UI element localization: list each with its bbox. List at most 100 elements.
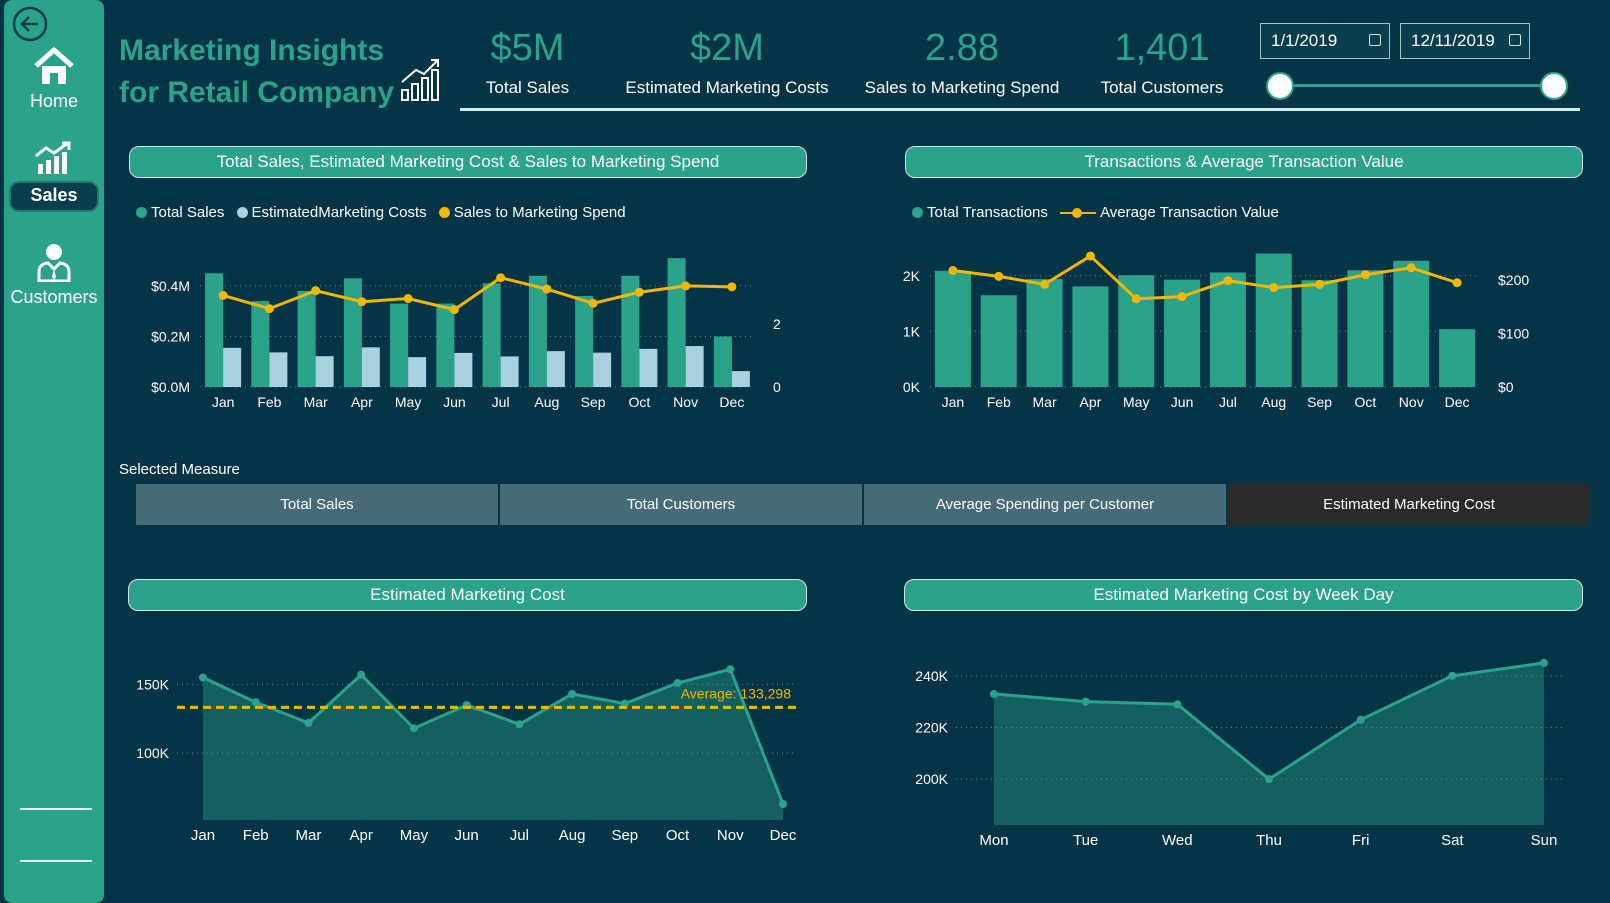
area-fill	[994, 662, 1544, 825]
bar	[500, 356, 519, 387]
kpi-total-customers: 1,401 Total Customers	[1082, 26, 1242, 98]
x-tick-label: Jan	[212, 394, 235, 410]
x-tick-label: Sep	[1307, 394, 1332, 410]
home-icon	[34, 47, 74, 84]
measure-total-customers[interactable]: Total Customers	[500, 484, 862, 525]
line-point	[515, 720, 524, 729]
panel-title-sales-cost: Total Sales, Estimated Marketing Cost & …	[129, 146, 807, 178]
line-point	[1265, 775, 1273, 784]
kpi-underline	[460, 108, 1580, 111]
start-date-input[interactable]: 1/1/2019	[1260, 23, 1390, 59]
legend-item[interactable]: Total Sales	[136, 204, 224, 221]
bar	[980, 295, 1017, 387]
measure-marketing-cost[interactable]: Estimated Marketing Cost	[1228, 484, 1590, 525]
measure-total-sales[interactable]: Total Sales	[136, 484, 498, 525]
x-tick-label: Jul	[492, 394, 510, 410]
x-tick-label: Wed	[1162, 832, 1193, 849]
legend-item[interactable]: Sales to Marketing Spend	[438, 204, 626, 221]
calendar-icon[interactable]	[1509, 34, 1521, 46]
x-tick-label: May	[395, 394, 421, 410]
bar	[251, 301, 270, 387]
bar	[713, 336, 732, 387]
x-tick-label: Mar	[304, 394, 328, 410]
sidebar: Home Sales Customers	[4, 0, 104, 903]
x-tick-label: Nov	[673, 394, 698, 410]
date-range-slider-track[interactable]	[1270, 84, 1555, 87]
x-tick-label: Jul	[510, 827, 529, 844]
line-point	[251, 698, 260, 707]
line-point	[403, 294, 413, 304]
marketing-weekday-chart: 200K 220K 240K Mon Tue Wed Thu Fri Sat Sun	[915, 658, 1566, 849]
x-tick-label: Dec	[1445, 394, 1470, 410]
bar	[482, 283, 501, 387]
bar	[731, 371, 750, 387]
x-tick-label: Jun	[443, 394, 466, 410]
nav-customers[interactable]: Customers	[4, 242, 104, 308]
x-tick-label: Jul	[1219, 394, 1237, 410]
legend-label: Average Transaction Value	[1100, 204, 1279, 221]
y-tick-label: 0K	[903, 379, 921, 395]
y-tick-label: 100K	[136, 745, 169, 761]
bar	[1026, 279, 1063, 387]
customer-icon	[37, 244, 71, 283]
end-date-input[interactable]: 12/11/2019	[1400, 23, 1530, 59]
bar	[685, 346, 704, 387]
line-point	[542, 284, 552, 294]
bar	[575, 296, 594, 387]
legend-item[interactable]: EstimatedMarketing Costs	[236, 204, 427, 221]
nav-sales[interactable]: Sales	[4, 140, 104, 212]
growth-chart-icon	[400, 58, 442, 107]
line-point	[1269, 283, 1279, 293]
x-tick-label: Sep	[611, 827, 638, 844]
bar	[297, 290, 316, 387]
x-tick-label: Aug	[559, 827, 586, 844]
average-label: Average: 133,298	[681, 685, 791, 701]
kpi-total-sales: $5M Total Sales	[460, 26, 595, 98]
line-point	[568, 690, 577, 698]
legend-item[interactable]: Total Transactions	[912, 204, 1048, 221]
start-date-value: 1/1/2019	[1271, 31, 1338, 50]
kpi-value: $2M	[690, 27, 764, 69]
y-tick-label: $0.2M	[151, 328, 190, 344]
bar	[546, 351, 565, 387]
bar	[205, 273, 224, 387]
date-slider-start-handle[interactable]	[1266, 72, 1294, 100]
x-tick-label: Tue	[1073, 832, 1098, 849]
calendar-icon[interactable]	[1369, 34, 1381, 46]
line-point	[496, 273, 506, 283]
x-tick-label: Fri	[1352, 832, 1370, 849]
line-point	[357, 670, 366, 679]
legend-item[interactable]: Average Transaction Value	[1060, 204, 1279, 221]
nav-home[interactable]: Home	[4, 46, 104, 112]
bar	[361, 347, 380, 387]
kpi-value: 1,401	[1114, 27, 1210, 69]
bar	[454, 352, 473, 387]
line-point	[1223, 276, 1233, 286]
line-point	[1040, 279, 1050, 289]
bar	[343, 278, 362, 387]
x-tick-label: Oct	[628, 394, 650, 410]
bar	[436, 303, 455, 387]
line-point	[1540, 658, 1548, 667]
bar	[667, 258, 686, 387]
back-arrow-icon[interactable]	[10, 4, 50, 44]
bar	[1209, 272, 1246, 387]
legend-transactions: Total Transactions Average Transaction V…	[912, 204, 1287, 221]
x-tick-label: May	[1123, 394, 1149, 410]
line-point	[449, 305, 459, 315]
x-tick-label: Nov	[1399, 394, 1424, 410]
panel-title-marketing-weekday: Estimated Marketing Cost by Week Day	[904, 579, 1583, 611]
x-tick-label: Oct	[1355, 394, 1377, 410]
panel-title-transactions: Transactions & Average Transaction Value	[905, 146, 1583, 178]
x-tick-label: Feb	[243, 827, 269, 844]
line-point	[409, 724, 418, 733]
kpi-value: $5M	[490, 27, 565, 69]
nav-sales-label: Sales	[9, 181, 99, 212]
measure-avg-spending[interactable]: Average Spending per Customer	[864, 484, 1226, 525]
kpi-label: Sales to Marketing Spend	[864, 78, 1060, 97]
page-title: Marketing Insights for Retail Company	[119, 30, 394, 114]
x-tick-label: Mar	[1033, 394, 1057, 410]
bar	[408, 357, 427, 387]
date-slider-end-handle[interactable]	[1540, 72, 1568, 100]
legend-label: Total Sales	[151, 204, 225, 221]
